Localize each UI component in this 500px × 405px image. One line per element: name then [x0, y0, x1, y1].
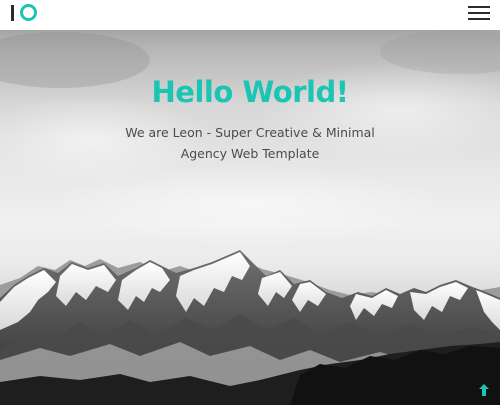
- hero-title: Hello World!: [151, 75, 349, 109]
- hero-subtitle: We are Leon - Super Creative & Minimal A…: [125, 125, 375, 161]
- header: [0, 0, 500, 30]
- arrow-up-icon: [479, 384, 489, 396]
- hero-section: Hello World! We are Leon - Super Creativ…: [0, 30, 500, 405]
- scroll-to-top-button[interactable]: [478, 383, 490, 397]
- logo-ring-icon: [20, 4, 37, 21]
- menu-line-icon: [468, 12, 490, 14]
- menu-line-icon: [468, 18, 490, 20]
- site-logo[interactable]: [11, 4, 41, 22]
- hamburger-menu-button[interactable]: [468, 4, 490, 22]
- logo-bar-icon: [11, 5, 14, 21]
- menu-line-icon: [468, 6, 490, 8]
